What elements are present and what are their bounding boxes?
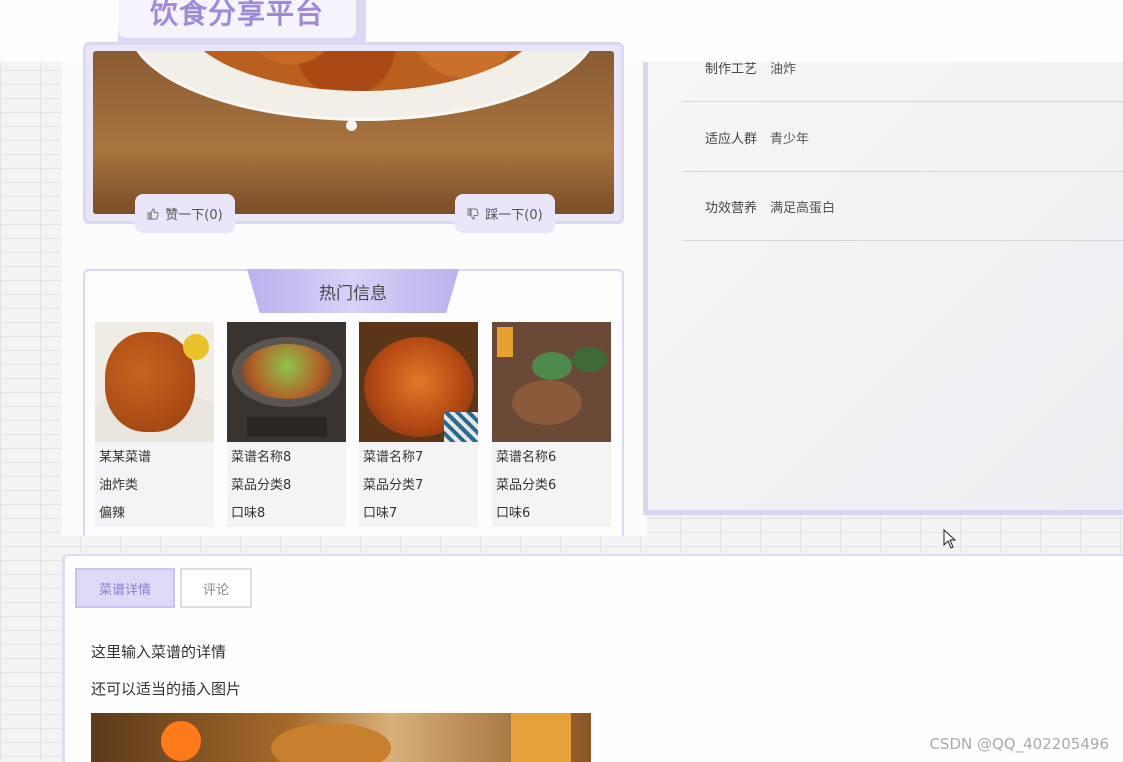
hot-card-category: 菜品分类7	[363, 478, 424, 493]
mouse-cursor-icon	[943, 529, 957, 549]
hot-card-name: 菜谱名称8	[231, 450, 292, 465]
dislike-label: 踩一下(0)	[485, 208, 543, 223]
attribute-row: 功效营养 满足高蛋白	[682, 172, 1123, 241]
detail-section: 菜谱详情 评论 这里输入菜谱的详情 还可以适当的插入图片	[62, 554, 1123, 762]
attribute-row: 制作工艺 油炸	[682, 33, 1123, 102]
attribute-value: 青少年	[770, 131, 810, 147]
attribute-panel: 制作工艺 油炸 适应人群 青少年 功效营养 满足高蛋白	[643, 62, 1123, 515]
detail-image	[91, 713, 591, 762]
hot-card-taste: 口味8	[231, 506, 266, 521]
attribute-value: 满足高蛋白	[770, 200, 836, 216]
dislike-button[interactable]: 踩一下(0)	[455, 194, 555, 233]
carousel-indicator-dot[interactable]	[346, 120, 357, 131]
brand-badge[interactable]: 饮食分享平台	[118, 0, 366, 47]
hot-card-text: 菜谱名称7 菜品分类7 口味7	[359, 442, 478, 528]
hot-card-text: 某某菜谱 油炸类 偏辣	[95, 442, 214, 528]
hot-card-image	[95, 322, 214, 442]
site-title: 饮食分享平台	[149, 0, 324, 30]
tab-comments[interactable]: 评论	[180, 568, 252, 608]
hot-card-text: 菜谱名称8 菜品分类8 口味8	[227, 442, 346, 528]
hot-card[interactable]: 菜谱名称8 菜品分类8 口味8	[227, 322, 346, 527]
hot-card-taste: 口味7	[363, 506, 398, 521]
hot-card[interactable]: 菜谱名称6 菜品分类6 口味6	[492, 322, 611, 527]
hot-card-category: 油炸类	[99, 478, 139, 493]
attribute-value: 油炸	[770, 61, 797, 77]
hot-info-panel: 热门信息 某某菜谱 油炸类 偏辣 菜谱名称8 菜品分类8 口味8 菜谱名称7 菜…	[83, 269, 624, 536]
like-button[interactable]: 赞一下(0)	[135, 194, 235, 233]
hot-card-image	[492, 322, 611, 442]
hot-card[interactable]: 菜谱名称7 菜品分类7 口味7	[359, 322, 478, 527]
hot-card-image	[359, 322, 478, 442]
attribute-row: 适应人群 青少年	[682, 103, 1123, 172]
attribute-key: 功效营养	[705, 200, 758, 216]
hot-card-name: 某某菜谱	[99, 450, 152, 465]
hot-card-name: 菜谱名称6	[496, 450, 557, 465]
attribute-key: 适应人群	[705, 131, 758, 147]
carousel-image	[93, 51, 614, 214]
hot-card-taste: 偏辣	[99, 506, 126, 521]
hot-card-taste: 口味6	[496, 506, 531, 521]
thumbs-up-icon	[147, 207, 159, 219]
thumbs-down-icon	[467, 208, 479, 220]
hot-card-text: 菜谱名称6 菜品分类6 口味6	[492, 442, 611, 528]
attribute-key: 制作工艺	[705, 61, 758, 77]
hot-card-category: 菜品分类6	[496, 478, 557, 493]
detail-text-line: 还可以适当的插入图片	[91, 680, 242, 698]
hot-card-category: 菜品分类8	[231, 478, 292, 493]
hot-card-image	[227, 322, 346, 442]
hot-info-title: 热门信息	[247, 269, 459, 313]
hot-card[interactable]: 某某菜谱 油炸类 偏辣	[95, 322, 214, 527]
tab-recipe-detail[interactable]: 菜谱详情	[75, 568, 175, 608]
left-column: 赞一下(0) 踩一下(0) 热门信息 某某菜谱 油炸类 偏辣 菜谱名称8 菜品分…	[62, 42, 647, 536]
brand-inner: 饮食分享平台	[118, 0, 356, 38]
hot-card-name: 菜谱名称7	[363, 450, 424, 465]
detail-text-line: 这里输入菜谱的详情	[91, 643, 227, 661]
like-label: 赞一下(0)	[165, 208, 223, 223]
watermark: CSDN @QQ_402205496	[929, 735, 1109, 753]
